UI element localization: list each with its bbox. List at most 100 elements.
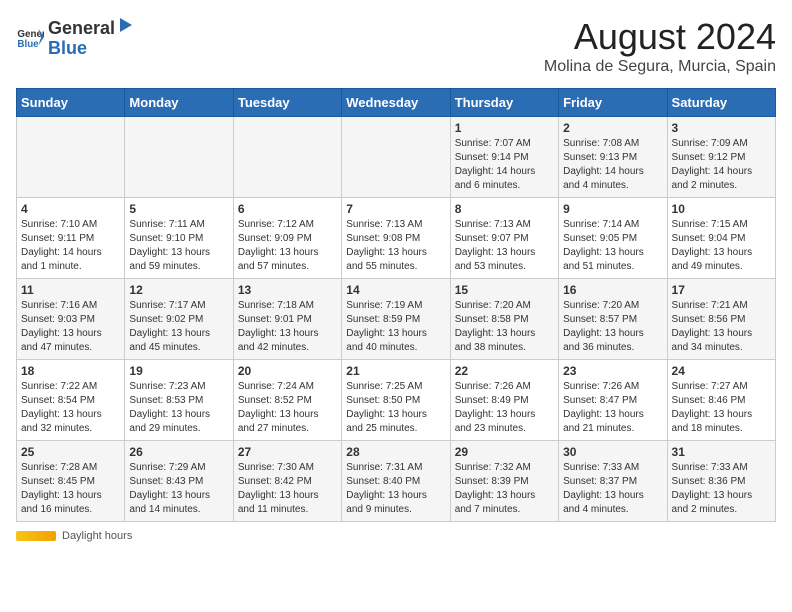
calendar-cell: 6 Sunrise: 7:12 AM Sunset: 9:09 PM Daylig… <box>233 198 341 279</box>
calendar-cell: 13Sunrise: 7:18 AM Sunset: 9:01 PM Dayli… <box>233 279 341 360</box>
day-number: 4 <box>21 202 120 216</box>
day-number: 20 <box>238 364 337 378</box>
calendar-cell: 26 Sunrise: 7:29 AM Sunset: 8:43 PM Dayli… <box>125 441 233 522</box>
day-number: 17 <box>672 283 771 297</box>
calendar-cell: 24Sunrise: 7:27 AM Sunset: 8:46 PM Dayli… <box>667 360 775 441</box>
calendar-cell: 27 Sunrise: 7:30 AM Sunset: 8:42 PM Dayli… <box>233 441 341 522</box>
day-info: Sunrise: 7:10 AM Sunset: 9:11 PM Dayligh… <box>21 218 120 274</box>
day-number: 6 <box>238 202 337 216</box>
calendar-cell: 12Sunrise: 7:17 AM Sunset: 9:02 PM Dayli… <box>125 279 233 360</box>
day-number: 27 <box>238 445 337 459</box>
calendar-cell: 10Sunrise: 7:15 AM Sunset: 9:04 PM Dayli… <box>667 198 775 279</box>
week-row-3: 18Sunrise: 7:22 AM Sunset: 8:54 PM Dayli… <box>17 360 776 441</box>
calendar-cell: 20 Sunrise: 7:24 AM Sunset: 8:52 PM Dayli… <box>233 360 341 441</box>
day-info: Sunrise: 7:11 AM Sunset: 9:10 PM Dayligh… <box>129 218 228 274</box>
day-number: 21 <box>346 364 445 378</box>
main-title: August 2024 <box>544 16 776 58</box>
header-day-thursday: Thursday <box>450 89 558 117</box>
week-row-4: 25 Sunrise: 7:28 AM Sunset: 8:45 PM Dayli… <box>17 441 776 522</box>
calendar-cell: 19 Sunrise: 7:23 AM Sunset: 8:53 PM Dayli… <box>125 360 233 441</box>
calendar-cell: 4 Sunrise: 7:10 AM Sunset: 9:11 PM Daylig… <box>17 198 125 279</box>
generalblue-logo-icon: General Blue <box>16 23 44 51</box>
day-info: Sunrise: 7:27 AM Sunset: 8:46 PM Dayligh… <box>672 380 771 436</box>
calendar-cell: 1 Sunrise: 7:07 AM Sunset: 9:14 PM Daylig… <box>450 117 558 198</box>
calendar-cell <box>125 117 233 198</box>
day-info: Sunrise: 7:30 AM Sunset: 8:42 PM Dayligh… <box>238 461 337 517</box>
day-number: 31 <box>672 445 771 459</box>
day-number: 14 <box>346 283 445 297</box>
day-info: Sunrise: 7:13 AM Sunset: 9:07 PM Dayligh… <box>455 218 554 274</box>
day-info: Sunrise: 7:13 AM Sunset: 9:08 PM Dayligh… <box>346 218 445 274</box>
logo-wordmark: General Blue <box>48 16 135 59</box>
day-info: Sunrise: 7:28 AM Sunset: 8:45 PM Dayligh… <box>21 461 120 517</box>
calendar-cell: 15Sunrise: 7:20 AM Sunset: 8:58 PM Dayli… <box>450 279 558 360</box>
day-info: Sunrise: 7:15 AM Sunset: 9:04 PM Dayligh… <box>672 218 771 274</box>
calendar-cell: 11Sunrise: 7:16 AM Sunset: 9:03 PM Dayli… <box>17 279 125 360</box>
day-number: 30 <box>563 445 662 459</box>
day-info: Sunrise: 7:18 AM Sunset: 9:01 PM Dayligh… <box>238 299 337 355</box>
calendar-table: SundayMondayTuesdayWednesdayThursdayFrid… <box>16 88 776 522</box>
logo-general: General <box>48 19 115 39</box>
calendar-cell: 29 Sunrise: 7:32 AM Sunset: 8:39 PM Dayli… <box>450 441 558 522</box>
day-number: 3 <box>672 121 771 135</box>
day-number: 16 <box>563 283 662 297</box>
header: General Blue General Blue August 2024 Mo… <box>16 16 776 76</box>
day-info: Sunrise: 7:14 AM Sunset: 9:05 PM Dayligh… <box>563 218 662 274</box>
calendar-cell <box>342 117 450 198</box>
day-number: 22 <box>455 364 554 378</box>
day-info: Sunrise: 7:26 AM Sunset: 8:49 PM Dayligh… <box>455 380 554 436</box>
day-info: Sunrise: 7:33 AM Sunset: 8:36 PM Dayligh… <box>672 461 771 517</box>
day-info: Sunrise: 7:19 AM Sunset: 8:59 PM Dayligh… <box>346 299 445 355</box>
day-number: 26 <box>129 445 228 459</box>
day-info: Sunrise: 7:20 AM Sunset: 8:57 PM Dayligh… <box>563 299 662 355</box>
calendar-cell: 23Sunrise: 7:26 AM Sunset: 8:47 PM Dayli… <box>559 360 667 441</box>
logo: General Blue General Blue <box>16 16 135 59</box>
day-info: Sunrise: 7:29 AM Sunset: 8:43 PM Dayligh… <box>129 461 228 517</box>
header-day-monday: Monday <box>125 89 233 117</box>
daylight-bar-icon <box>16 531 56 541</box>
calendar-cell: 28Sunrise: 7:31 AM Sunset: 8:40 PM Dayli… <box>342 441 450 522</box>
day-number: 8 <box>455 202 554 216</box>
calendar-cell: 18Sunrise: 7:22 AM Sunset: 8:54 PM Dayli… <box>17 360 125 441</box>
week-row-0: 1 Sunrise: 7:07 AM Sunset: 9:14 PM Daylig… <box>17 117 776 198</box>
day-info: Sunrise: 7:17 AM Sunset: 9:02 PM Dayligh… <box>129 299 228 355</box>
day-number: 19 <box>129 364 228 378</box>
day-number: 15 <box>455 283 554 297</box>
day-info: Sunrise: 7:23 AM Sunset: 8:53 PM Dayligh… <box>129 380 228 436</box>
day-number: 29 <box>455 445 554 459</box>
day-info: Sunrise: 7:24 AM Sunset: 8:52 PM Dayligh… <box>238 380 337 436</box>
calendar-cell: 17 Sunrise: 7:21 AM Sunset: 8:56 PM Dayli… <box>667 279 775 360</box>
calendar-cell: 25 Sunrise: 7:28 AM Sunset: 8:45 PM Dayli… <box>17 441 125 522</box>
calendar-cell: 3Sunrise: 7:09 AM Sunset: 9:12 PM Daylig… <box>667 117 775 198</box>
day-info: Sunrise: 7:32 AM Sunset: 8:39 PM Dayligh… <box>455 461 554 517</box>
day-info: Sunrise: 7:31 AM Sunset: 8:40 PM Dayligh… <box>346 461 445 517</box>
calendar-cell: 30 Sunrise: 7:33 AM Sunset: 8:37 PM Dayli… <box>559 441 667 522</box>
day-number: 5 <box>129 202 228 216</box>
daylight-label: Daylight hours <box>62 530 132 542</box>
day-info: Sunrise: 7:33 AM Sunset: 8:37 PM Dayligh… <box>563 461 662 517</box>
day-info: Sunrise: 7:21 AM Sunset: 8:56 PM Dayligh… <box>672 299 771 355</box>
calendar-cell: 8 Sunrise: 7:13 AM Sunset: 9:07 PM Daylig… <box>450 198 558 279</box>
calendar-cell: 16 Sunrise: 7:20 AM Sunset: 8:57 PM Dayli… <box>559 279 667 360</box>
calendar-cell: 31 Sunrise: 7:33 AM Sunset: 8:36 PM Dayli… <box>667 441 775 522</box>
calendar-cell <box>233 117 341 198</box>
day-info: Sunrise: 7:07 AM Sunset: 9:14 PM Dayligh… <box>455 137 554 193</box>
title-area: August 2024 Molina de Segura, Murcia, Sp… <box>544 16 776 76</box>
header-row: SundayMondayTuesdayWednesdayThursdayFrid… <box>17 89 776 117</box>
header-day-tuesday: Tuesday <box>233 89 341 117</box>
calendar-cell <box>17 117 125 198</box>
day-number: 9 <box>563 202 662 216</box>
day-info: Sunrise: 7:12 AM Sunset: 9:09 PM Dayligh… <box>238 218 337 274</box>
calendar-header: SundayMondayTuesdayWednesdayThursdayFrid… <box>17 89 776 117</box>
svg-text:Blue: Blue <box>17 39 39 50</box>
footer-note: Daylight hours <box>16 530 776 542</box>
day-number: 1 <box>455 121 554 135</box>
calendar-cell: 7Sunrise: 7:13 AM Sunset: 9:08 PM Daylig… <box>342 198 450 279</box>
day-number: 25 <box>21 445 120 459</box>
sub-title: Molina de Segura, Murcia, Spain <box>544 58 776 76</box>
calendar-cell: 5 Sunrise: 7:11 AM Sunset: 9:10 PM Daylig… <box>125 198 233 279</box>
day-info: Sunrise: 7:22 AM Sunset: 8:54 PM Dayligh… <box>21 380 120 436</box>
header-day-saturday: Saturday <box>667 89 775 117</box>
day-info: Sunrise: 7:08 AM Sunset: 9:13 PM Dayligh… <box>563 137 662 193</box>
calendar-cell: 22 Sunrise: 7:26 AM Sunset: 8:49 PM Dayli… <box>450 360 558 441</box>
